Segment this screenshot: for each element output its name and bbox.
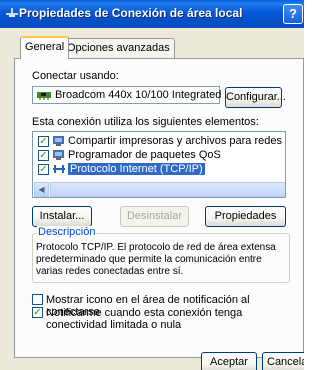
chevron-left-icon: ◀ — [38, 185, 45, 194]
properties-window: Propiedades de Conexión de área local ? … — [0, 0, 304, 370]
list-item[interactable]: ✓ Compartir impresoras y archivos para r… — [35, 135, 285, 149]
help-button[interactable]: ? — [283, 4, 303, 24]
horizontal-scrollbar[interactable]: ◀ ▶ — [34, 182, 285, 197]
adapter-name: Broadcom 440x 10/100 Integrated C — [55, 89, 233, 101]
window-title: Propiedades de Conexión de área local — [19, 6, 243, 20]
title-bar[interactable]: Propiedades de Conexión de área local ? — [0, 0, 304, 28]
list-item[interactable]: ✓ Programador de paquetes QoS — [35, 149, 285, 163]
show-notification-icon-checkbox[interactable] — [32, 294, 43, 305]
tab-advanced-options[interactable]: Opciones avanzadas — [62, 38, 175, 58]
description-title: Descripción — [37, 226, 97, 238]
service-icon — [52, 135, 66, 147]
properties-button[interactable]: Propiedades — [205, 206, 286, 227]
network-adapter-icon — [37, 90, 51, 100]
protocol-icon — [52, 163, 66, 175]
cancel-button[interactable]: Cancelar — [262, 352, 304, 370]
service-icon — [52, 149, 66, 161]
notify-limited-connectivity-label[interactable]: Notificarme cuando esta conexión tenga c… — [46, 307, 296, 331]
horizontal-scroll-thumb[interactable] — [50, 182, 285, 197]
adapter-field: Broadcom 440x 10/100 Integrated C — [32, 86, 232, 104]
item-label: Compartir impresoras y archivos para red… — [68, 135, 285, 147]
item-checkbox[interactable]: ✓ — [38, 150, 49, 161]
connect-using-label: Conectar usando: — [32, 70, 119, 82]
configure-button[interactable]: Configurar... — [225, 87, 286, 108]
notify-limited-connectivity-checkbox[interactable]: ✓ — [32, 307, 43, 318]
scroll-left-button[interactable]: ◀ — [34, 182, 49, 197]
network-connection-icon — [5, 6, 19, 20]
item-checkbox[interactable]: ✓ — [38, 164, 49, 175]
install-button[interactable]: Instalar... — [32, 206, 92, 227]
item-label: Protocolo Internet (TCP/IP) — [68, 163, 205, 175]
tab-general[interactable]: General — [20, 36, 70, 59]
ok-button[interactable]: Aceptar — [201, 352, 257, 370]
list-item[interactable]: ✓ Protocolo Internet (TCP/IP) — [35, 163, 285, 177]
description-text: Protocolo TCP/IP. El protocolo de red de… — [36, 242, 276, 277]
item-label: Programador de paquetes QoS — [68, 149, 221, 161]
item-checkbox[interactable]: ✓ — [38, 136, 49, 147]
uninstall-button: Desinstalar — [120, 206, 189, 227]
components-label: Esta conexión utiliza los siguientes ele… — [32, 116, 259, 128]
components-list[interactable]: ✓ Compartir impresoras y archivos para r… — [32, 131, 286, 198]
